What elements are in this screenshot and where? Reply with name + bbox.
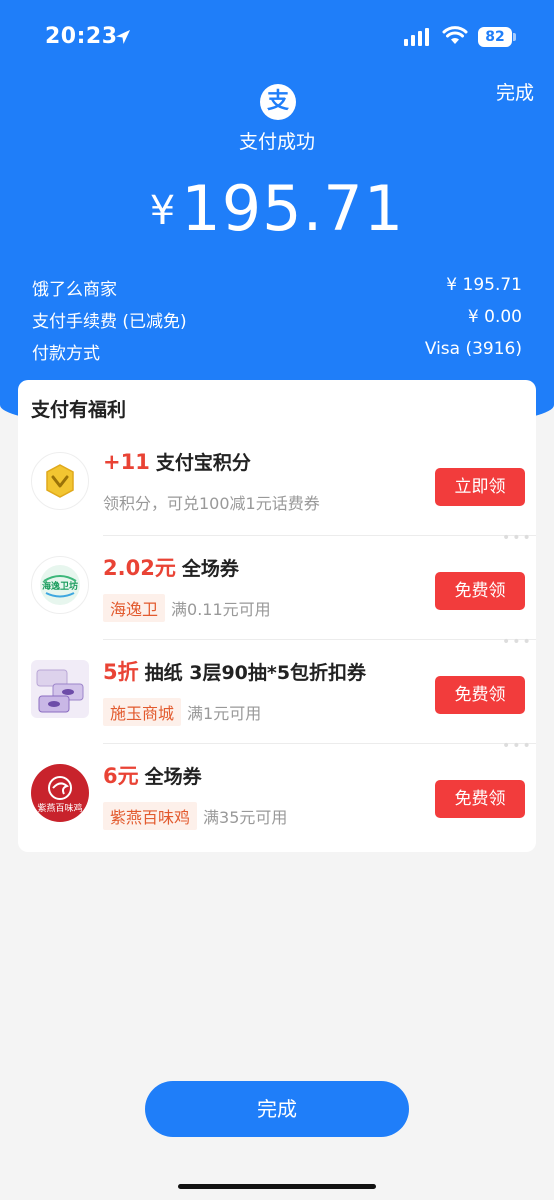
battery-icon: 82	[478, 27, 516, 47]
alipay-logo-icon: 支	[260, 84, 296, 120]
detail-label: 支付手续费 (已减免)	[32, 312, 187, 332]
home-indicator[interactable]	[178, 1184, 376, 1189]
benefit-desc: 领积分，可兑100减1元话费券	[103, 494, 320, 513]
more-options-icon[interactable]: •••	[502, 634, 533, 650]
currency-symbol: ¥	[149, 188, 176, 234]
detail-label: 付款方式	[32, 344, 100, 364]
battery-level: 82	[478, 27, 512, 47]
benefit-sub: 施玉商城 满1元可用	[103, 698, 261, 726]
benefit-highlight: +11	[103, 450, 150, 474]
detail-row-payment-method: 付款方式 Visa (3916)	[32, 339, 522, 365]
svg-text:海逸卫坊: 海逸卫坊	[42, 580, 78, 592]
benefit-highlight: 6元	[103, 764, 139, 788]
claim-coupon-button[interactable]: 免费领	[435, 780, 525, 818]
benefit-headline: 2.02元 全场券	[103, 552, 239, 582]
svg-text:紫燕百味鸡: 紫燕百味鸡	[37, 802, 82, 814]
benefit-headline: +11 支付宝积分	[103, 448, 251, 475]
status-time: 20:23	[45, 24, 118, 49]
benefit-desc: 满35元可用	[203, 808, 288, 827]
benefit-title: 抽纸 3层90抽*5包折扣券	[144, 662, 367, 684]
benefit-row-points: +11 支付宝积分 领积分，可兑100减1元话费券 立即领	[18, 432, 536, 536]
benefit-title: 全场券	[181, 558, 239, 580]
benefit-row-ziyan: ••• 紫燕百味鸡 6元 全场券 紫燕百味鸡 满35元可用 免费领	[18, 738, 536, 848]
benefit-sub: 紫燕百味鸡 满35元可用	[103, 802, 287, 830]
benefit-row-haiyiwei: ••• 海逸卫坊 2.02元 全场券 海逸卫 满0.11元可用 免费领	[18, 530, 536, 640]
points-coin-icon	[31, 452, 89, 510]
detail-value: ¥ 195.71	[446, 275, 522, 295]
tissue-product-image	[31, 660, 89, 718]
claim-points-button[interactable]: 立即领	[435, 468, 525, 506]
cellular-signal-icon	[404, 28, 429, 46]
merchant-tag: 紫燕百味鸡	[103, 802, 198, 830]
amount-value: 195.71	[181, 172, 405, 245]
benefit-sub: 海逸卫 满0.11元可用	[103, 594, 271, 622]
benefit-headline: 6元 全场券	[103, 760, 202, 790]
benefit-highlight: 5折	[103, 660, 139, 684]
ziyan-logo: 紫燕百味鸡	[31, 764, 89, 822]
benefit-desc: 满1元可用	[187, 704, 262, 723]
wifi-icon	[442, 26, 468, 44]
more-options-icon[interactable]: •••	[502, 530, 533, 546]
detail-label: 饿了么商家	[32, 280, 117, 300]
haiyiwei-logo: 海逸卫坊	[31, 556, 89, 614]
benefit-title: 全场券	[144, 766, 202, 788]
merchant-tag: 海逸卫	[103, 594, 166, 622]
more-options-icon[interactable]: •••	[502, 738, 533, 754]
merchant-tag: 施玉商城	[103, 698, 182, 726]
top-done-button[interactable]: 完成	[496, 78, 534, 105]
status-bar: 20:23 82	[0, 0, 554, 74]
benefits-title: 支付有福利	[31, 399, 127, 421]
benefit-title: 支付宝积分	[155, 452, 251, 474]
benefit-highlight: 2.02元	[103, 556, 176, 580]
claim-coupon-button[interactable]: 免费领	[435, 676, 525, 714]
claim-coupon-button[interactable]: 免费领	[435, 572, 525, 610]
benefit-headline: 5折 抽纸 3层90抽*5包折扣券	[103, 656, 366, 686]
done-button[interactable]: 完成	[145, 1081, 409, 1137]
benefit-desc: 满0.11元可用	[171, 600, 271, 619]
detail-row-merchant: 饿了么商家 ¥ 195.71	[32, 275, 522, 301]
detail-row-fee: 支付手续费 (已减免) ¥ 0.00	[32, 307, 522, 333]
benefits-card: 支付有福利 +11 支付宝积分 领积分，可兑100减1元话费券 立即领 ••• 海…	[18, 380, 536, 852]
detail-value: Visa (3916)	[424, 339, 522, 359]
location-arrow-icon	[116, 30, 130, 44]
detail-value: ¥ 0.00	[467, 307, 522, 327]
benefit-row-tissue: ••• 5折 抽纸 3层90抽*5包折扣券 施玉商城 满1元可用 免费领	[18, 634, 536, 744]
payment-amount: ¥195.71	[0, 172, 554, 245]
payment-success-text: 支付成功	[238, 131, 315, 153]
